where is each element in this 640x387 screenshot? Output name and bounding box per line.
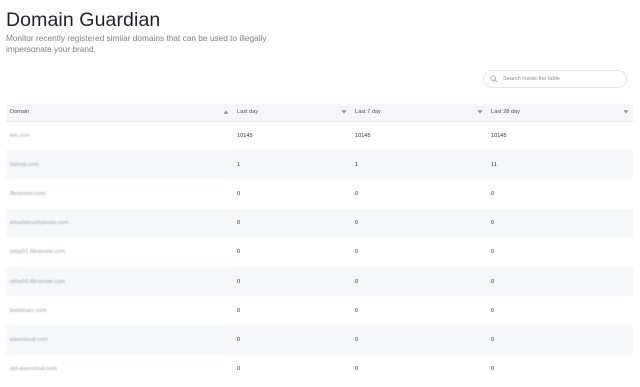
table-row[interactable]: fibraease.com 0 0 0 bbox=[6, 179, 633, 208]
column-header-label: Domain bbox=[10, 109, 30, 116]
last-28-day-cell: 10145 bbox=[491, 132, 507, 139]
column-header-label: Last 28 day bbox=[491, 109, 520, 116]
column-header-last-28-day[interactable]: Last 28 day bbox=[487, 104, 633, 122]
last-7-day-cell: 0 bbox=[351, 208, 487, 238]
table-row[interactable]: relay01.fibraease.com 0 0 0 bbox=[6, 238, 633, 267]
last-7-day-cell: 0 bbox=[355, 366, 359, 373]
last-day-cell: 0 bbox=[237, 249, 241, 256]
last-7-day-cell: 0 bbox=[351, 325, 487, 355]
last-28-day-cell: 0 bbox=[491, 249, 495, 256]
last-day-cell: 1 bbox=[233, 150, 351, 180]
last-day-cell: 0 bbox=[233, 266, 351, 297]
column-header-label: Last day bbox=[237, 109, 259, 116]
last-7-day-cell: 0 bbox=[355, 249, 359, 256]
sort-descending-icon[interactable] bbox=[341, 109, 347, 115]
last-28-day-cell: 0 bbox=[487, 208, 633, 238]
domain-cell: emailsecuritytester.com bbox=[6, 208, 233, 238]
domain-cell: testdmarc.com bbox=[10, 307, 47, 314]
domain-cell: relay01.fibraease.com bbox=[10, 249, 66, 256]
page-title: Domain Guardian bbox=[6, 9, 161, 31]
domain-cell: teo.com bbox=[10, 132, 30, 139]
table-row[interactable]: easecloud.com 0 0 0 bbox=[6, 325, 633, 355]
last-day-cell: 0 bbox=[237, 366, 241, 373]
table-row[interactable]: testdmarc.com 0 0 0 bbox=[6, 296, 633, 325]
table-row[interactable]: spf-easecloud.com 0 0 0 bbox=[6, 355, 633, 384]
column-header-last-7-day[interactable]: Last 7 day bbox=[351, 104, 487, 122]
table-row[interactable]: lashop.com 1 1 11 bbox=[6, 150, 633, 180]
domain-cell: spf-easecloud.com bbox=[10, 366, 57, 373]
last-day-cell: 0 bbox=[237, 190, 241, 197]
search-icon bbox=[490, 75, 498, 83]
table-search-box[interactable] bbox=[483, 70, 627, 88]
last-28-day-cell: 0 bbox=[487, 325, 633, 355]
last-28-day-cell: 0 bbox=[491, 366, 495, 373]
last-28-day-cell: 0 bbox=[491, 190, 495, 197]
table-header-row: Domain Last day Last 7 day Last 28 day bbox=[6, 104, 633, 122]
domain-cell: lashop.com bbox=[6, 150, 233, 180]
last-7-day-cell: 0 bbox=[351, 266, 487, 297]
column-header-domain[interactable]: Domain bbox=[6, 104, 233, 122]
sort-ascending-icon[interactable] bbox=[223, 109, 229, 115]
last-28-day-cell: 0 bbox=[487, 266, 633, 297]
sort-descending-icon[interactable] bbox=[477, 109, 483, 115]
search-input[interactable] bbox=[503, 76, 623, 82]
domain-cell: relay02.fibraease.com bbox=[6, 266, 233, 297]
last-day-cell: 0 bbox=[237, 307, 241, 314]
domain-cell: easecloud.com bbox=[6, 325, 233, 355]
table-row[interactable]: teo.com 10145 10145 10145 bbox=[6, 121, 633, 150]
last-day-cell: 0 bbox=[233, 208, 351, 238]
page-subtitle: Monitor recently registered similar doma… bbox=[6, 33, 267, 54]
column-header-last-day[interactable]: Last day bbox=[233, 104, 351, 122]
last-7-day-cell: 10145 bbox=[355, 132, 371, 139]
domain-cell: fibraease.com bbox=[10, 190, 46, 197]
domain-table: Domain Last day Last 7 day Last 28 day t… bbox=[6, 104, 633, 384]
last-day-cell: 0 bbox=[233, 325, 351, 355]
last-day-cell: 10145 bbox=[237, 132, 253, 139]
last-28-day-cell: 0 bbox=[491, 307, 495, 314]
last-28-day-cell: 11 bbox=[487, 150, 633, 180]
table-row[interactable]: emailsecuritytester.com 0 0 0 bbox=[6, 208, 633, 238]
last-7-day-cell: 0 bbox=[355, 307, 359, 314]
column-header-label: Last 7 day bbox=[355, 109, 381, 116]
last-7-day-cell: 1 bbox=[351, 150, 487, 180]
last-7-day-cell: 0 bbox=[355, 190, 359, 197]
sort-descending-icon[interactable] bbox=[623, 109, 629, 115]
table-row[interactable]: relay02.fibraease.com 0 0 0 bbox=[6, 266, 633, 297]
